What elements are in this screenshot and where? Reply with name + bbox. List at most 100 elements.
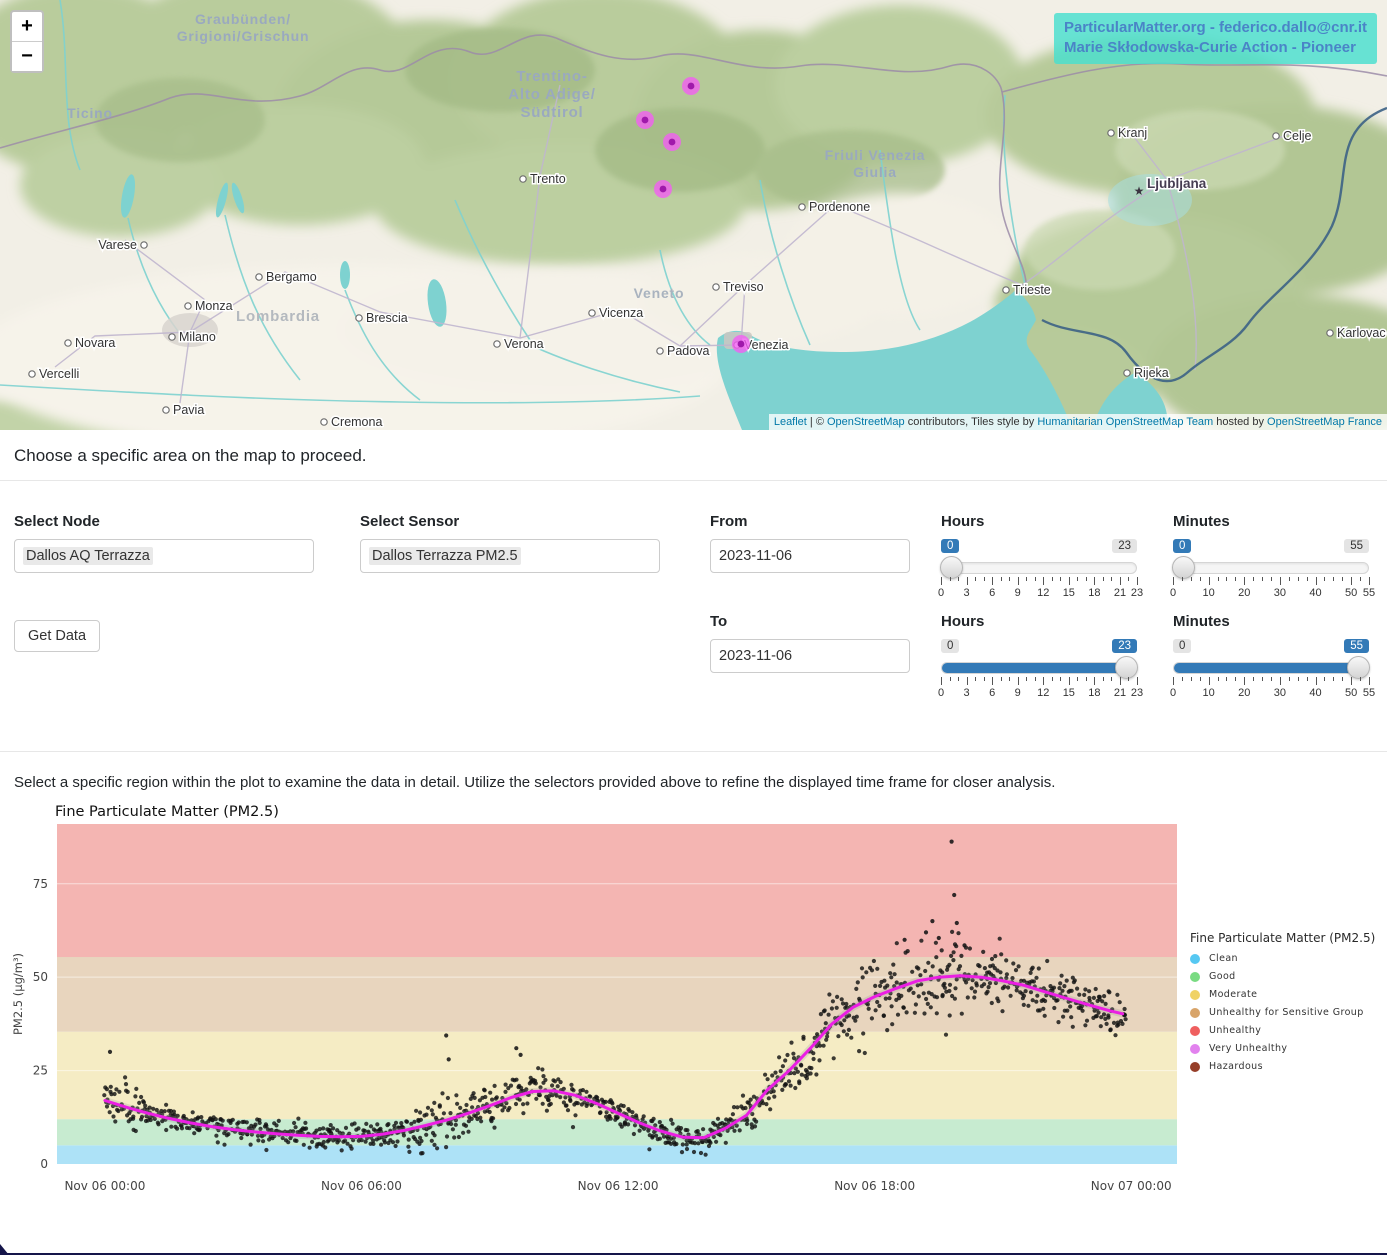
region-label: Veneto [634, 285, 685, 301]
slider-tick [1209, 577, 1210, 585]
slider-handle[interactable] [1172, 556, 1195, 579]
slider-tick [1235, 677, 1236, 681]
to-date-value: 2023-11-06 [719, 648, 792, 664]
sensor-marker[interactable] [682, 77, 700, 95]
plot-container: Fine Particulate Matter (PM2.5)0255075No… [0, 801, 1387, 1233]
slider-tick [984, 677, 985, 681]
slider-tick [1128, 677, 1129, 681]
slider-tick-labels: 03691215182123 [941, 587, 1137, 600]
from-hours-slider[interactable]: 02303691215182123 [941, 539, 1137, 600]
slider-tick [1298, 577, 1299, 581]
leaflet-map[interactable]: Graubünden/Grigioni/GrischunTicinoTrenti… [0, 0, 1387, 430]
legend-item-unhealthy-for-sensitive-group[interactable]: Unhealthy for Sensitive Group [1190, 1007, 1387, 1018]
legend-item-hazardous[interactable]: Hazardous [1190, 1061, 1387, 1072]
sensor-marker[interactable] [636, 111, 654, 129]
slider-tick-label: 0 [938, 587, 944, 599]
slider-handle[interactable] [1115, 656, 1138, 679]
slider-tick [1324, 577, 1325, 581]
slider-tick [1369, 677, 1370, 685]
slider-track[interactable] [941, 562, 1137, 574]
slider-track[interactable] [1173, 562, 1369, 574]
slider-tick-label: 30 [1274, 587, 1286, 599]
slider-tick [1137, 677, 1138, 685]
slider-tick [1128, 577, 1129, 581]
slider-handle[interactable] [1347, 656, 1370, 679]
slider-tick-label: 12 [1037, 687, 1049, 699]
svg-text:Bergamo: Bergamo [266, 270, 317, 284]
slider-tick [950, 577, 951, 581]
slider-ruler [1173, 577, 1369, 586]
legend-label: Unhealthy [1209, 1025, 1261, 1036]
slider-max-badge: 55 [1344, 539, 1369, 553]
pm25-chart[interactable]: Fine Particulate Matter (PM2.5)0255075No… [0, 801, 1190, 1205]
get-data-button[interactable]: Get Data [14, 620, 100, 652]
slider-tick [967, 677, 968, 685]
y-axis-label: PM2.5 (µg/m³) [11, 953, 25, 1035]
slider-tick [1333, 577, 1334, 581]
slider-min-badge: 0 [941, 639, 959, 653]
slider-tick [1111, 577, 1112, 581]
slider-tick-label: 15 [1063, 687, 1075, 699]
attribution-link[interactable]: OpenStreetMap [827, 416, 905, 428]
from-date-input[interactable]: 2023-11-06 [710, 539, 910, 573]
slider-tick-label: 20 [1238, 687, 1250, 699]
chart-title: Fine Particulate Matter (PM2.5) [55, 804, 279, 820]
slider-track[interactable] [941, 662, 1137, 674]
select-sensor-label: Select Sensor [360, 513, 660, 530]
sensor-marker[interactable] [654, 180, 672, 198]
legend-swatch [1190, 1008, 1200, 1018]
zoom-in-button[interactable]: + [12, 12, 42, 42]
select-sensor-input[interactable]: Dallos Terrazza PM2.5 [360, 539, 660, 573]
svg-text:Kranj: Kranj [1118, 126, 1147, 140]
svg-text:Rijeka: Rijeka [1134, 366, 1169, 380]
slider-min-badge: 0 [941, 539, 959, 553]
slider-tick [1026, 577, 1027, 581]
to-minutes-slider[interactable]: 0550102030405055 [1173, 639, 1369, 700]
slider-track[interactable] [1173, 662, 1369, 674]
attribution-link[interactable]: Humanitarian OpenStreetMap Team [1037, 416, 1213, 428]
slider-tick [1218, 577, 1219, 581]
sensor-marker[interactable] [663, 133, 681, 151]
to-date-input[interactable]: 2023-11-06 [710, 639, 910, 673]
from-minutes-slider[interactable]: 0550102030405055 [1173, 539, 1369, 600]
svg-text:Pavia: Pavia [173, 403, 204, 417]
scatter-outlier [519, 1053, 523, 1057]
legend-swatch [1190, 1044, 1200, 1054]
legend-item-good[interactable]: Good [1190, 971, 1387, 982]
attribution-link[interactable]: Leaflet [774, 416, 807, 428]
scatter-outlier [447, 1057, 451, 1061]
slider-tick-label: 10 [1203, 687, 1215, 699]
from-date-label: From [710, 513, 910, 530]
slider-tick-label: 40 [1309, 587, 1321, 599]
legend-item-moderate[interactable]: Moderate [1190, 989, 1387, 1000]
y-tick-label: 25 [33, 1064, 48, 1078]
slider-tick [1009, 677, 1010, 681]
zoom-out-button[interactable]: − [12, 42, 42, 71]
region-label: Graubünden/Grigioni/Grischun [177, 11, 310, 44]
slider-tick-label: 12 [1037, 587, 1049, 599]
sensor-marker[interactable] [732, 335, 750, 353]
slider-tick-label: 40 [1309, 687, 1321, 699]
legend-item-unhealthy[interactable]: Unhealthy [1190, 1025, 1387, 1036]
legend-item-clean[interactable]: Clean [1190, 953, 1387, 964]
legend-swatch [1190, 1062, 1200, 1072]
slider-tick [1307, 577, 1308, 581]
slider-tick [1298, 677, 1299, 681]
slider-tick-label: 0 [938, 687, 944, 699]
slider-tick-labels: 03691215182123 [941, 687, 1137, 700]
slider-tick-label: 15 [1063, 587, 1075, 599]
divider [0, 480, 1387, 481]
slider-tick [967, 577, 968, 585]
slider-handle[interactable] [940, 556, 963, 579]
slider-tick [1289, 577, 1290, 581]
scatter-outlier [962, 943, 966, 947]
slider-tick [1280, 577, 1281, 585]
to-hours-slider[interactable]: 02303691215182123 [941, 639, 1137, 700]
attribution-link[interactable]: OpenStreetMap France [1267, 416, 1382, 428]
svg-text:Vicenza: Vicenza [599, 306, 643, 320]
slider-tick [1077, 577, 1078, 581]
to-date-label: To [710, 613, 910, 630]
legend-item-very-unhealthy[interactable]: Very Unhealthy [1190, 1043, 1387, 1054]
select-node-input[interactable]: Dallos AQ Terrazza [14, 539, 314, 573]
slider-tick [1360, 677, 1361, 681]
